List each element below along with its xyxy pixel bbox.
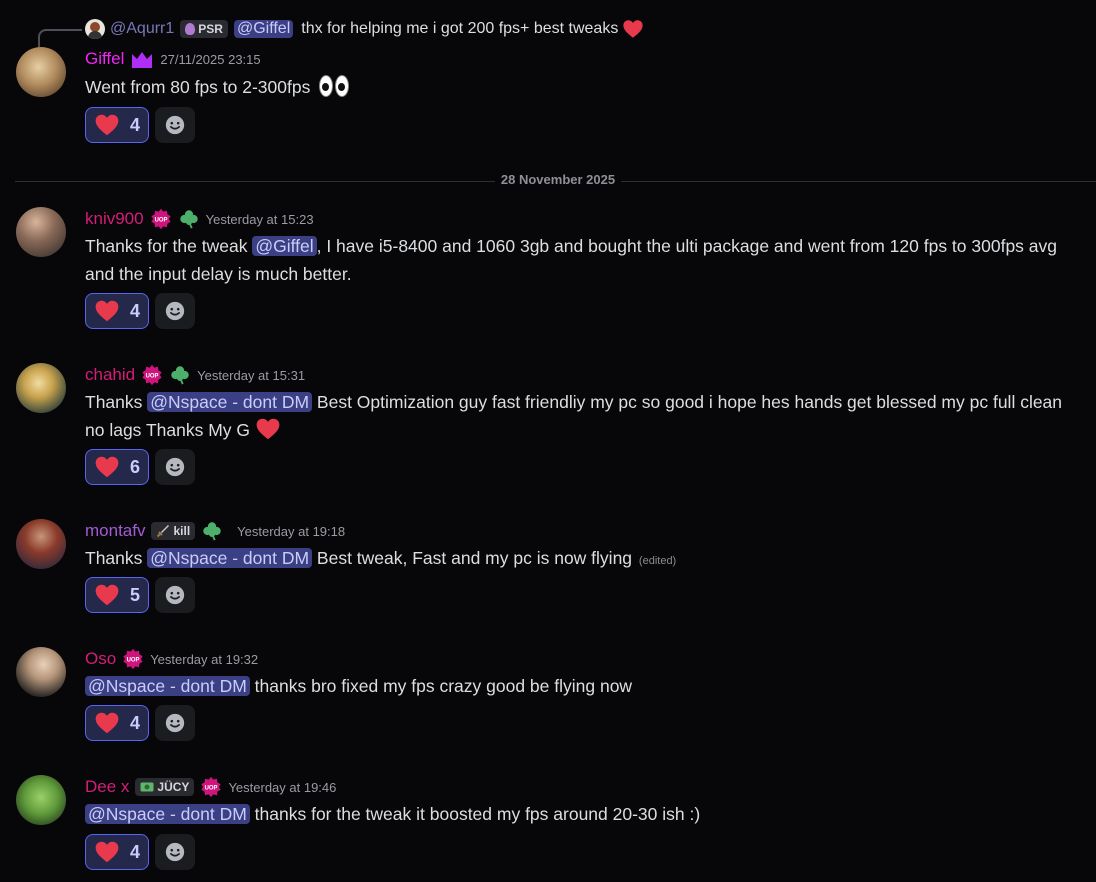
eyes-emoji xyxy=(319,75,350,97)
reply-author[interactable]: @Aqurr1 xyxy=(110,20,174,38)
add-reaction-button[interactable] xyxy=(155,293,195,329)
message-content-rest: Best tweak, Fast and my pc is now flying xyxy=(312,548,633,568)
smiley-icon xyxy=(164,300,186,322)
clover-icon xyxy=(178,208,200,230)
message-text: @Nspace - dont DM thanks for the tweak i… xyxy=(85,800,1072,828)
avatar[interactable] xyxy=(16,363,66,413)
avatar[interactable] xyxy=(16,775,66,825)
heart-icon xyxy=(94,298,120,324)
user-tag-badge: kill xyxy=(151,522,196,540)
message-content: Thanks xyxy=(85,548,148,568)
user-mention[interactable]: @Nspace - dont DM xyxy=(147,392,313,412)
heart-icon xyxy=(94,454,120,480)
uop-badge-icon xyxy=(141,364,163,386)
message-content: Thanks xyxy=(85,392,148,412)
reaction-count: 6 xyxy=(129,456,140,477)
avatar[interactable] xyxy=(16,207,66,257)
user-mention[interactable]: @Nspace - dont DM xyxy=(147,548,313,568)
reply-text[interactable]: thx for helping me i got 200 fps+ best t… xyxy=(301,20,618,38)
username[interactable]: Dee x xyxy=(85,776,129,798)
badge-label: JÜCY xyxy=(157,780,190,794)
uop-badge-icon xyxy=(200,776,222,798)
flame-icon xyxy=(185,23,196,35)
uop-badge-icon xyxy=(122,648,144,670)
reaction-count: 4 xyxy=(129,114,140,135)
heart-reaction[interactable]: 5 xyxy=(85,577,149,613)
message-text: Went from 80 fps to 2-300fps xyxy=(85,73,1072,101)
avatar[interactable] xyxy=(16,519,66,569)
reply-avatar[interactable] xyxy=(85,19,105,39)
reaction-count: 4 xyxy=(129,841,140,862)
timestamp[interactable]: Yesterday at 15:23 xyxy=(206,212,314,227)
smiley-icon xyxy=(164,712,186,734)
smiley-icon xyxy=(164,841,186,863)
edited-label: (edited) xyxy=(638,555,677,567)
smiley-icon xyxy=(164,114,186,136)
heart-reaction[interactable]: 4 xyxy=(85,705,149,741)
username[interactable]: montafv xyxy=(85,520,145,542)
heart-reaction[interactable]: 4 xyxy=(85,107,149,143)
add-reaction-button[interactable] xyxy=(155,577,195,613)
message-text: Thanks for the tweak @Giffel, I have i5-… xyxy=(85,232,1072,288)
add-reaction-button[interactable] xyxy=(155,834,195,870)
heart-icon xyxy=(255,416,281,442)
heart-reaction[interactable]: 6 xyxy=(85,449,149,485)
reply-badge-label: PSR xyxy=(198,22,223,36)
money-icon xyxy=(140,782,154,792)
avatar[interactable] xyxy=(16,647,66,697)
date-divider-label: 28 November 2025 xyxy=(494,172,622,187)
message-content: Thanks for the tweak xyxy=(85,236,253,256)
reaction-count: 5 xyxy=(129,584,140,605)
username[interactable]: kniv900 xyxy=(85,208,144,230)
reply-spine xyxy=(38,29,82,47)
user-mention[interactable]: @Nspace - dont DM xyxy=(85,676,250,696)
badge-label: kill xyxy=(173,524,191,538)
clover-icon xyxy=(201,520,223,542)
add-reaction-button[interactable] xyxy=(155,705,195,741)
user-mention[interactable]: @Giffel xyxy=(252,236,317,256)
heart-icon xyxy=(94,112,120,138)
clover-icon xyxy=(169,364,191,386)
user-tag-badge: JÜCY xyxy=(135,778,195,796)
avatar[interactable] xyxy=(16,47,66,97)
message-text: Thanks @Nspace - dont DM Best Optimizati… xyxy=(85,388,1072,444)
reaction-count: 4 xyxy=(129,712,140,733)
crown-icon xyxy=(132,52,153,68)
reaction-count: 4 xyxy=(129,300,140,321)
reply-mention[interactable]: @Giffel xyxy=(233,20,294,38)
smiley-icon xyxy=(164,584,186,606)
heart-icon xyxy=(94,582,120,608)
timestamp[interactable]: Yesterday at 15:31 xyxy=(197,368,305,383)
heart-reaction[interactable]: 4 xyxy=(85,834,149,870)
username[interactable]: Giffel xyxy=(85,48,124,70)
user-mention[interactable]: @Nspace - dont DM xyxy=(85,804,250,824)
reply-author-badge: PSR xyxy=(180,20,228,38)
heart-icon xyxy=(94,710,120,736)
timestamp[interactable]: Yesterday at 19:46 xyxy=(228,780,336,795)
username[interactable]: chahid xyxy=(85,364,135,386)
heart-reaction[interactable]: 4 xyxy=(85,293,149,329)
timestamp[interactable]: 27/11/2025 23:15 xyxy=(160,52,260,67)
message-content-rest: thanks for the tweak it boosted my fps a… xyxy=(249,804,701,824)
heart-icon xyxy=(622,18,644,40)
uop-badge-icon xyxy=(150,208,172,230)
heart-icon xyxy=(94,839,120,865)
message-text: @Nspace - dont DM thanks bro fixed my fp… xyxy=(85,672,1072,700)
message-text: Thanks @Nspace - dont DM Best tweak, Fas… xyxy=(85,544,1072,575)
sword-icon xyxy=(157,525,170,538)
timestamp[interactable]: Yesterday at 19:18 xyxy=(237,524,345,539)
username[interactable]: Oso xyxy=(85,648,116,670)
date-divider: 28 November 2025 xyxy=(0,172,1096,187)
message-content: Went from 80 fps to 2-300fps xyxy=(85,77,311,97)
message-content-rest: thanks bro fixed my fps crazy good be fl… xyxy=(249,676,633,696)
smiley-icon xyxy=(164,456,186,478)
timestamp[interactable]: Yesterday at 19:32 xyxy=(150,652,258,667)
add-reaction-button[interactable] xyxy=(155,107,195,143)
reply-preview[interactable]: @Aqurr1 PSR @Giffel thx for helping me i… xyxy=(38,18,738,47)
add-reaction-button[interactable] xyxy=(155,449,195,485)
